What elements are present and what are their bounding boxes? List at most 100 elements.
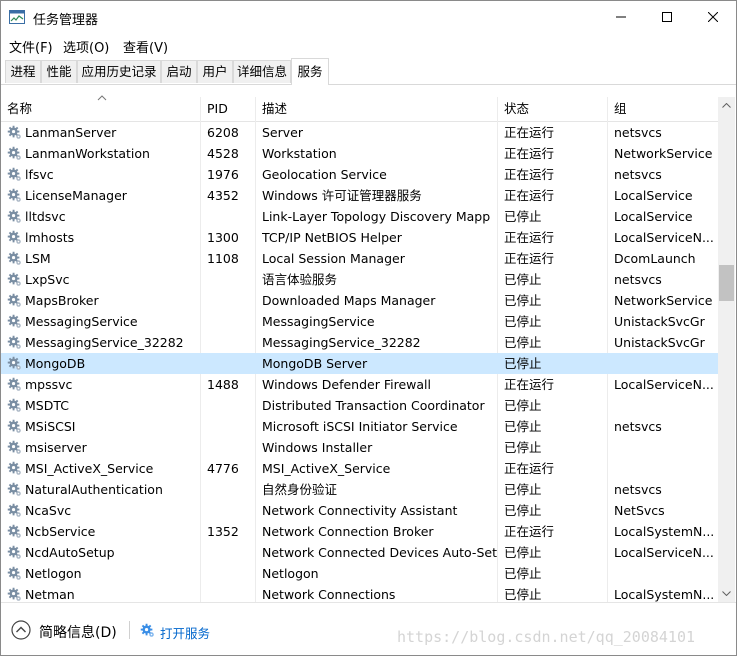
service-row[interactable]: msiserver Windows Installer 已停止 bbox=[1, 437, 718, 458]
service-group bbox=[614, 395, 718, 416]
service-gear-icon bbox=[7, 272, 21, 286]
service-pid: 1108 bbox=[207, 251, 239, 266]
service-row[interactable]: NcdAutoSetup Network Connected Devices A… bbox=[1, 542, 718, 563]
service-pid: 1488 bbox=[207, 377, 239, 392]
service-gear-icon bbox=[7, 335, 21, 349]
service-status: 已停止 bbox=[504, 503, 542, 518]
tab-processes[interactable]: 进程 bbox=[5, 60, 41, 83]
menu-view[interactable]: 查看(V) bbox=[123, 37, 168, 56]
menu-file[interactable]: 文件(F) bbox=[9, 37, 53, 56]
scroll-up-button[interactable] bbox=[718, 97, 735, 114]
title-bar[interactable]: 任务管理器 bbox=[1, 1, 736, 33]
service-name: lmhosts bbox=[25, 230, 75, 245]
service-description: Microsoft iSCSI Initiator Service bbox=[262, 419, 458, 434]
service-row[interactable]: MongoDB MongoDB Server 已停止 bbox=[1, 353, 718, 374]
menu-options[interactable]: 选项(O) bbox=[63, 37, 109, 56]
column-name[interactable]: 名称 bbox=[1, 95, 201, 121]
service-status: 已停止 bbox=[504, 566, 542, 581]
service-description: MessagingService bbox=[262, 314, 375, 329]
service-status: 已停止 bbox=[504, 419, 542, 434]
service-pid bbox=[207, 311, 255, 332]
scroll-down-icon bbox=[722, 591, 731, 596]
scroll-up-icon bbox=[722, 103, 731, 108]
service-row[interactable]: LSM 1108 Local Session Manager 正在运行 Dcom… bbox=[1, 248, 718, 269]
minimize-icon bbox=[616, 16, 626, 18]
service-status: 正在运行 bbox=[504, 524, 555, 539]
tab-details[interactable]: 详细信息 bbox=[233, 60, 291, 83]
service-name: LxpSvc bbox=[25, 272, 70, 287]
service-pid: 1352 bbox=[207, 524, 239, 539]
service-row[interactable]: MapsBroker Downloaded Maps Manager 已停止 N… bbox=[1, 290, 718, 311]
service-pid: 4352 bbox=[207, 188, 239, 203]
service-row[interactable]: mpssvc 1488 Windows Defender Firewall 正在… bbox=[1, 374, 718, 395]
service-gear-icon bbox=[7, 314, 21, 328]
service-pid: 4528 bbox=[207, 146, 239, 161]
tab-startup[interactable]: 启动 bbox=[161, 60, 197, 83]
service-row[interactable]: LicenseManager 4352 Windows 许可证管理器服务 正在运… bbox=[1, 185, 718, 206]
service-row[interactable]: lmhosts 1300 TCP/IP NetBIOS Helper 正在运行 … bbox=[1, 227, 718, 248]
tab-performance[interactable]: 性能 bbox=[41, 60, 77, 83]
service-group: netsvcs bbox=[614, 419, 662, 434]
maximize-button[interactable] bbox=[644, 1, 690, 33]
service-pid: 6208 bbox=[207, 125, 239, 140]
service-pid bbox=[207, 416, 255, 437]
service-gear-icon bbox=[7, 545, 21, 559]
close-button[interactable] bbox=[690, 1, 736, 33]
service-group: LocalServiceN... bbox=[614, 377, 714, 392]
service-row[interactable]: MessagingService_32282 MessagingService_… bbox=[1, 332, 718, 353]
service-row[interactable]: Netman Network Connections 已停止 LocalSyst… bbox=[1, 584, 718, 602]
service-row[interactable]: lfsvc 1976 Geolocation Service 正在运行 nets… bbox=[1, 164, 718, 185]
service-row[interactable]: MSiSCSI Microsoft iSCSI Initiator Servic… bbox=[1, 416, 718, 437]
tab-services[interactable]: 服务 bbox=[291, 58, 329, 85]
service-name: NaturalAuthentication bbox=[25, 482, 163, 497]
scroll-down-button[interactable] bbox=[718, 585, 735, 602]
service-description: MSI_ActiveX_Service bbox=[262, 461, 391, 476]
service-gear-icon bbox=[7, 587, 21, 601]
service-gear-icon bbox=[7, 377, 21, 391]
vertical-scrollbar[interactable] bbox=[718, 97, 735, 602]
service-group: NetworkService bbox=[614, 146, 713, 161]
service-pid: 1300 bbox=[207, 230, 239, 245]
service-gear-icon bbox=[7, 251, 21, 265]
service-description: Network Connections bbox=[262, 587, 396, 602]
tab-app-history[interactable]: 应用历史记录 bbox=[77, 60, 161, 83]
service-row[interactable]: LxpSvc 语言体验服务 已停止 netsvcs bbox=[1, 269, 718, 290]
service-gear-icon bbox=[7, 440, 21, 454]
service-row[interactable]: LanmanWorkstation 4528 Workstation 正在运行 … bbox=[1, 143, 718, 164]
services-gear-icon[interactable] bbox=[140, 623, 155, 638]
service-row[interactable]: MSDTC Distributed Transaction Coordinato… bbox=[1, 395, 718, 416]
service-status: 正在运行 bbox=[504, 461, 555, 476]
service-group: netsvcs bbox=[614, 125, 662, 140]
service-name: LSM bbox=[25, 251, 51, 266]
column-pid[interactable]: PID bbox=[201, 97, 256, 121]
service-row[interactable]: Netlogon Netlogon 已停止 bbox=[1, 563, 718, 584]
service-row[interactable]: NcbService 1352 Network Connection Broke… bbox=[1, 521, 718, 542]
tab-users[interactable]: 用户 bbox=[197, 60, 233, 83]
service-status: 已停止 bbox=[504, 482, 542, 497]
service-row[interactable]: LanmanServer 6208 Server 正在运行 netsvcs bbox=[1, 122, 718, 143]
service-group: UnistackSvcGr bbox=[614, 335, 705, 350]
service-name: msiserver bbox=[25, 440, 87, 455]
service-row[interactable]: NaturalAuthentication 自然身份验证 已停止 netsvcs bbox=[1, 479, 718, 500]
service-gear-icon bbox=[7, 146, 21, 160]
service-row[interactable]: lltdsvc Link-Layer Topology Discovery Ma… bbox=[1, 206, 718, 227]
scroll-thumb[interactable] bbox=[719, 265, 734, 301]
minimize-button[interactable] bbox=[598, 1, 644, 33]
column-description[interactable]: 描述 bbox=[256, 97, 498, 121]
column-name-label: 名称 bbox=[7, 101, 33, 116]
service-pid bbox=[207, 332, 255, 353]
collapse-chevron-icon[interactable] bbox=[11, 620, 31, 640]
fewer-details-button[interactable]: 简略信息(D) bbox=[39, 622, 117, 642]
service-group: LocalSystemN... bbox=[614, 524, 715, 539]
service-status: 已停止 bbox=[504, 398, 542, 413]
service-name: MapsBroker bbox=[25, 293, 99, 308]
footer-divider bbox=[129, 621, 130, 639]
service-group: netsvcs bbox=[614, 272, 662, 287]
service-row[interactable]: MessagingService MessagingService 已停止 Un… bbox=[1, 311, 718, 332]
open-services-link[interactable]: 打开服务 bbox=[160, 623, 210, 642]
service-row[interactable]: MSI_ActiveX_Service 4776 MSI_ActiveX_Ser… bbox=[1, 458, 718, 479]
column-group[interactable]: 组 bbox=[608, 97, 718, 121]
column-status[interactable]: 状态 bbox=[498, 97, 608, 121]
service-description: MongoDB Server bbox=[262, 356, 368, 371]
service-row[interactable]: NcaSvc Network Connectivity Assistant 已停… bbox=[1, 500, 718, 521]
